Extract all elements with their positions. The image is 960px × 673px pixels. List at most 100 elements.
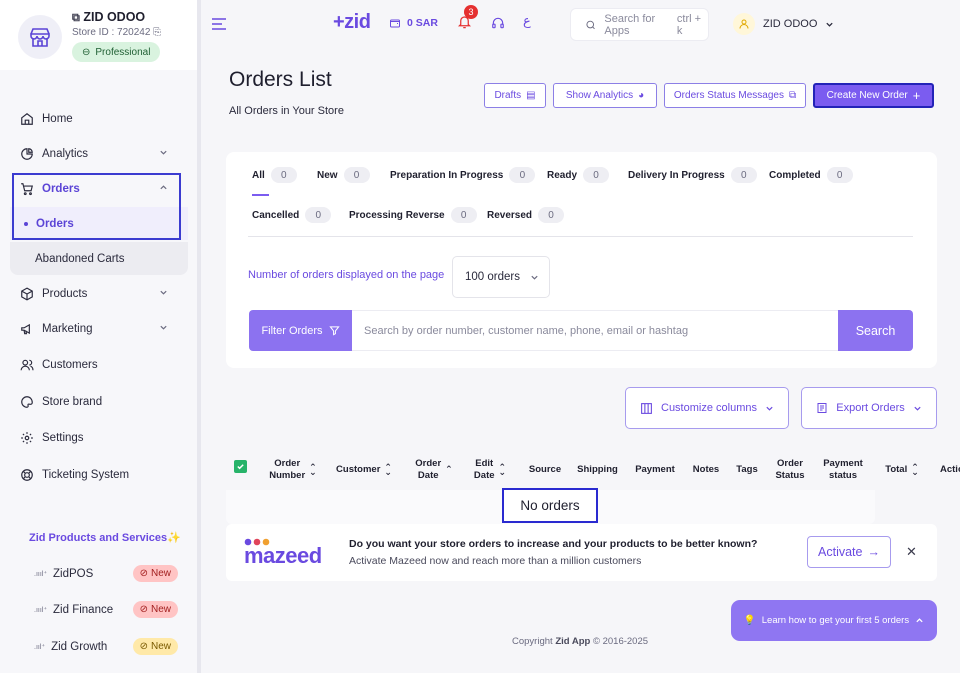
chevron-down-icon	[159, 323, 168, 332]
column-source[interactable]: Source	[526, 452, 564, 488]
column-order-date[interactable]: Order Date ⌃	[409, 452, 459, 488]
services-title: Zid Products and Services✨	[29, 532, 181, 544]
status-messages-button[interactable]: Orders Status Messages ⧉	[664, 83, 806, 108]
show-analytics-button[interactable]: Show Analytics ◕	[553, 83, 657, 108]
sort-icon: ⌃ ⌄	[911, 461, 919, 477]
plan-icon: ⊖	[82, 46, 91, 58]
tab-processing-reverse[interactable]: Processing Reverse 0	[349, 206, 477, 224]
sidebar-item-ticketing[interactable]: Ticketing System	[20, 460, 180, 490]
tab-cancelled[interactable]: Cancelled 0	[252, 206, 332, 224]
tab-ready[interactable]: Ready 0	[547, 166, 610, 184]
menu-icon[interactable]	[211, 17, 227, 31]
store-icon	[18, 15, 62, 59]
sidebar-item-analytics[interactable]: Analytics	[20, 139, 180, 169]
column-order-number[interactable]: Order Number ⌃ ⌄	[266, 452, 320, 488]
wallet-icon	[390, 19, 400, 28]
mazeed-description: Activate Mazeed now and reach more than …	[349, 555, 642, 567]
sidebar-item-products[interactable]: Products	[20, 279, 180, 309]
column-payment[interactable]: Payment	[632, 452, 678, 488]
service-zidpos[interactable]: .ıııl⁺ ZidPOS ⊘ New	[34, 564, 184, 584]
column-edit-date[interactable]: Edit Date ⌃ ⌄	[470, 452, 510, 488]
app-search[interactable]: Search for Apps ctrl + k	[570, 8, 709, 41]
tab-completed[interactable]: Completed 0	[769, 166, 853, 184]
customize-columns-button[interactable]: Customize columns	[625, 387, 789, 429]
order-search-input[interactable]	[352, 310, 838, 351]
sort-icon: ⌃ ⌄	[309, 461, 317, 477]
no-orders-message: No orders	[502, 488, 598, 523]
language-switch[interactable]: ع	[523, 14, 531, 29]
wallet-balance[interactable]: 0 SAR	[389, 17, 438, 29]
divider	[248, 236, 913, 237]
topbar: +zid 0 SAR 3 ع Search for Apps ctrl + k Z…	[201, 0, 960, 50]
chevron-down-icon	[159, 148, 168, 157]
plus-icon: +	[912, 88, 921, 103]
sidebar-subitem-abandoned-carts[interactable]: Abandoned Carts	[10, 242, 188, 275]
column-tags[interactable]: Tags	[734, 452, 760, 488]
sidebar-divider	[197, 0, 201, 673]
activate-mazeed-button[interactable]: Activate →	[807, 536, 891, 568]
store-name[interactable]: ⧉ ZID ODOO	[72, 10, 145, 25]
new-badge: ⊘ New	[132, 638, 178, 655]
user-menu[interactable]: ZID ODOO	[733, 10, 834, 38]
learn-first-orders-button[interactable]: 💡 Learn how to get your first 5 orders	[731, 600, 937, 641]
copy-icon[interactable]: ⎘	[153, 27, 161, 38]
new-badge: ⊘ New	[132, 601, 178, 618]
page-title: Orders List	[229, 68, 332, 91]
store-card[interactable]: ⧉ ZID ODOO Store ID : 720242 ⎘ ⊖ Profess…	[0, 0, 197, 70]
pie-chart-icon	[21, 148, 33, 160]
users-icon	[20, 359, 34, 371]
tab-reversed[interactable]: Reversed 0	[487, 206, 565, 224]
table-header: Order Number ⌃ ⌄ Customer ⌃ ⌄ Order Date ⌃ Ed…	[226, 452, 960, 488]
sidebar-item-store-brand[interactable]: Store brand	[20, 387, 180, 417]
export-orders-button[interactable]: Export Orders	[801, 387, 937, 429]
sidebar: ⧉ ZID ODOO Store ID : 720242 ⎘ ⊖ Profess…	[0, 0, 197, 673]
column-actions[interactable]: Actions	[940, 452, 960, 488]
column-order-status[interactable]: Order Status	[772, 452, 808, 488]
chevron-down-icon	[531, 275, 538, 280]
user-avatar-icon	[733, 13, 755, 35]
per-page-select[interactable]: 100 orders	[452, 256, 550, 298]
service-zid-finance[interactable]: .ıııl⁺ Zid Finance ⊘ New	[34, 600, 184, 620]
mazeed-banner: mazeed Do you want your store orders to …	[226, 524, 937, 581]
column-notes[interactable]: Notes	[690, 452, 722, 488]
tab-preparation[interactable]: Preparation In Progress 0	[390, 166, 536, 184]
drafts-button[interactable]: Drafts ▤	[484, 83, 546, 108]
service-zid-growth[interactable]: .ııl⁺ Zid Growth ⊘ New	[34, 637, 184, 657]
pie-chart-icon: ◕	[638, 90, 645, 101]
tab-delivery[interactable]: Delivery In Progress 0	[628, 166, 757, 184]
sidebar-item-marketing[interactable]: Marketing	[20, 314, 180, 344]
chevron-up-icon	[916, 618, 923, 623]
headset-icon[interactable]	[491, 16, 505, 30]
column-customer[interactable]: Customer ⌃ ⌄	[334, 452, 394, 488]
close-icon[interactable]: ✕	[906, 544, 917, 560]
orders-highlight-box	[12, 173, 181, 240]
export-icon	[817, 403, 827, 413]
tab-new[interactable]: New 0	[317, 166, 370, 184]
tab-all[interactable]: All 0	[252, 166, 297, 184]
box-icon	[21, 287, 33, 301]
zid-mini-logo-icon: .ııl⁺	[34, 644, 46, 651]
zid-mini-logo-icon: .ıııl⁺	[34, 607, 48, 614]
message-icon: ⧉	[788, 90, 797, 101]
create-order-button[interactable]: Create New Order +	[813, 83, 934, 108]
zid-logo[interactable]: +zid	[333, 11, 371, 34]
column-shipping[interactable]: Shipping	[575, 452, 620, 488]
chevron-down-icon	[826, 22, 834, 27]
chevron-down-icon	[914, 406, 921, 411]
sort-icon: ⌃ ⌄	[498, 461, 507, 477]
sparkle-icon: ✨	[167, 532, 181, 544]
lightbulb-icon: 💡	[743, 615, 756, 626]
sidebar-item-home[interactable]: Home	[20, 104, 180, 134]
filter-orders-button[interactable]: Filter Orders	[249, 310, 352, 351]
column-payment-status[interactable]: Payment status	[820, 452, 866, 488]
lifebuoy-icon	[21, 469, 33, 481]
column-total[interactable]: Total ⌃ ⌄	[880, 452, 924, 488]
sidebar-item-customers[interactable]: Customers	[20, 350, 180, 380]
search-icon	[586, 20, 595, 29]
palette-icon	[21, 396, 33, 408]
per-page-label: Number of orders displayed on the page	[248, 269, 445, 281]
external-link-icon: ⧉	[72, 12, 80, 24]
zid-mini-logo-icon: .ıııl⁺	[34, 571, 48, 578]
sidebar-item-settings[interactable]: Settings	[20, 423, 180, 453]
search-button[interactable]: Search	[838, 310, 913, 351]
